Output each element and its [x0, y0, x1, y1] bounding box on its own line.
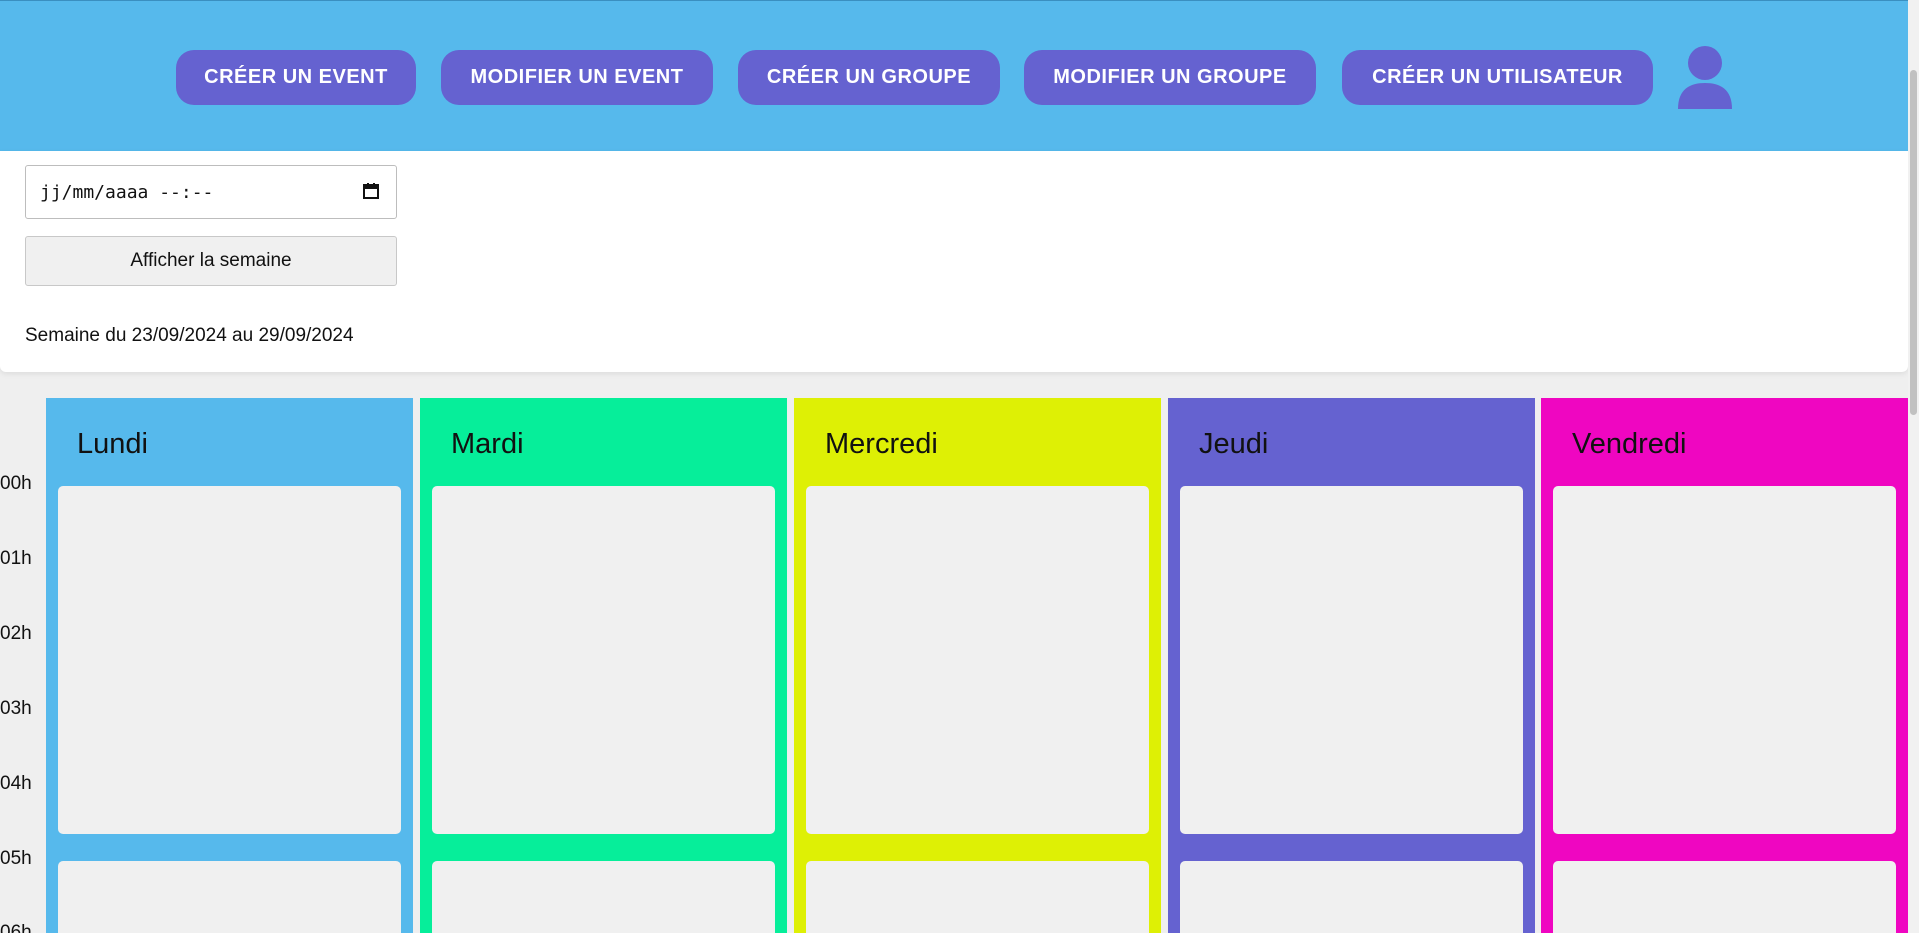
day-column-jeudi: Jeudi [1168, 398, 1535, 933]
hour-label: 05h [0, 848, 32, 869]
day-title: Vendredi [1572, 428, 1687, 460]
event-slot[interactable] [432, 861, 775, 933]
week-picker-panel: jj/mm/aaaa --:-- Afficher la semaine Sem… [0, 151, 1908, 372]
user-avatar-icon[interactable] [1676, 45, 1734, 109]
edit-event-button[interactable]: MODIFIER UN EVENT [441, 50, 713, 105]
day-title: Lundi [77, 428, 148, 460]
event-slot[interactable] [58, 486, 401, 834]
datetime-placeholder: jj/mm/aaaa --:-- [40, 181, 214, 203]
hour-label: 06h [0, 922, 32, 933]
event-slot[interactable] [806, 486, 1149, 834]
top-nav-bar: CRÉER UN EVENT MODIFIER UN EVENT CRÉER U… [0, 0, 1908, 151]
day-title: Mercredi [825, 428, 938, 460]
calendar-icon[interactable] [362, 182, 380, 200]
event-slot[interactable] [1180, 861, 1523, 933]
hour-label: 01h [0, 548, 32, 569]
hour-label: 00h [0, 473, 32, 494]
datetime-input[interactable]: jj/mm/aaaa --:-- [25, 165, 397, 219]
event-slot[interactable] [1553, 861, 1896, 933]
day-column-mardi: Mardi [420, 398, 787, 933]
event-slot[interactable] [432, 486, 775, 834]
page-scrollbar[interactable] [1908, 0, 1919, 933]
day-title: Jeudi [1199, 428, 1269, 460]
create-group-button[interactable]: CRÉER UN GROUPE [738, 50, 1000, 105]
day-column-vendredi: Vendredi [1541, 398, 1908, 933]
edit-group-button[interactable]: MODIFIER UN GROUPE [1024, 50, 1316, 105]
create-event-button[interactable]: CRÉER UN EVENT [176, 50, 416, 105]
day-title: Mardi [451, 428, 524, 460]
day-column-lundi: Lundi [46, 398, 413, 933]
day-column-mercredi: Mercredi [794, 398, 1161, 933]
hour-label: 03h [0, 698, 32, 719]
show-week-button[interactable]: Afficher la semaine [25, 236, 397, 286]
week-range-label: Semaine du 23/09/2024 au 29/09/2024 [25, 325, 354, 346]
create-user-button[interactable]: CRÉER UN UTILISATEUR [1342, 50, 1653, 105]
event-slot[interactable] [1180, 486, 1523, 834]
event-slot[interactable] [58, 861, 401, 933]
event-slot[interactable] [1553, 486, 1896, 834]
event-slot[interactable] [806, 861, 1149, 933]
hour-label: 04h [0, 773, 32, 794]
hour-label: 02h [0, 623, 32, 644]
scrollbar-thumb[interactable] [1910, 70, 1917, 415]
